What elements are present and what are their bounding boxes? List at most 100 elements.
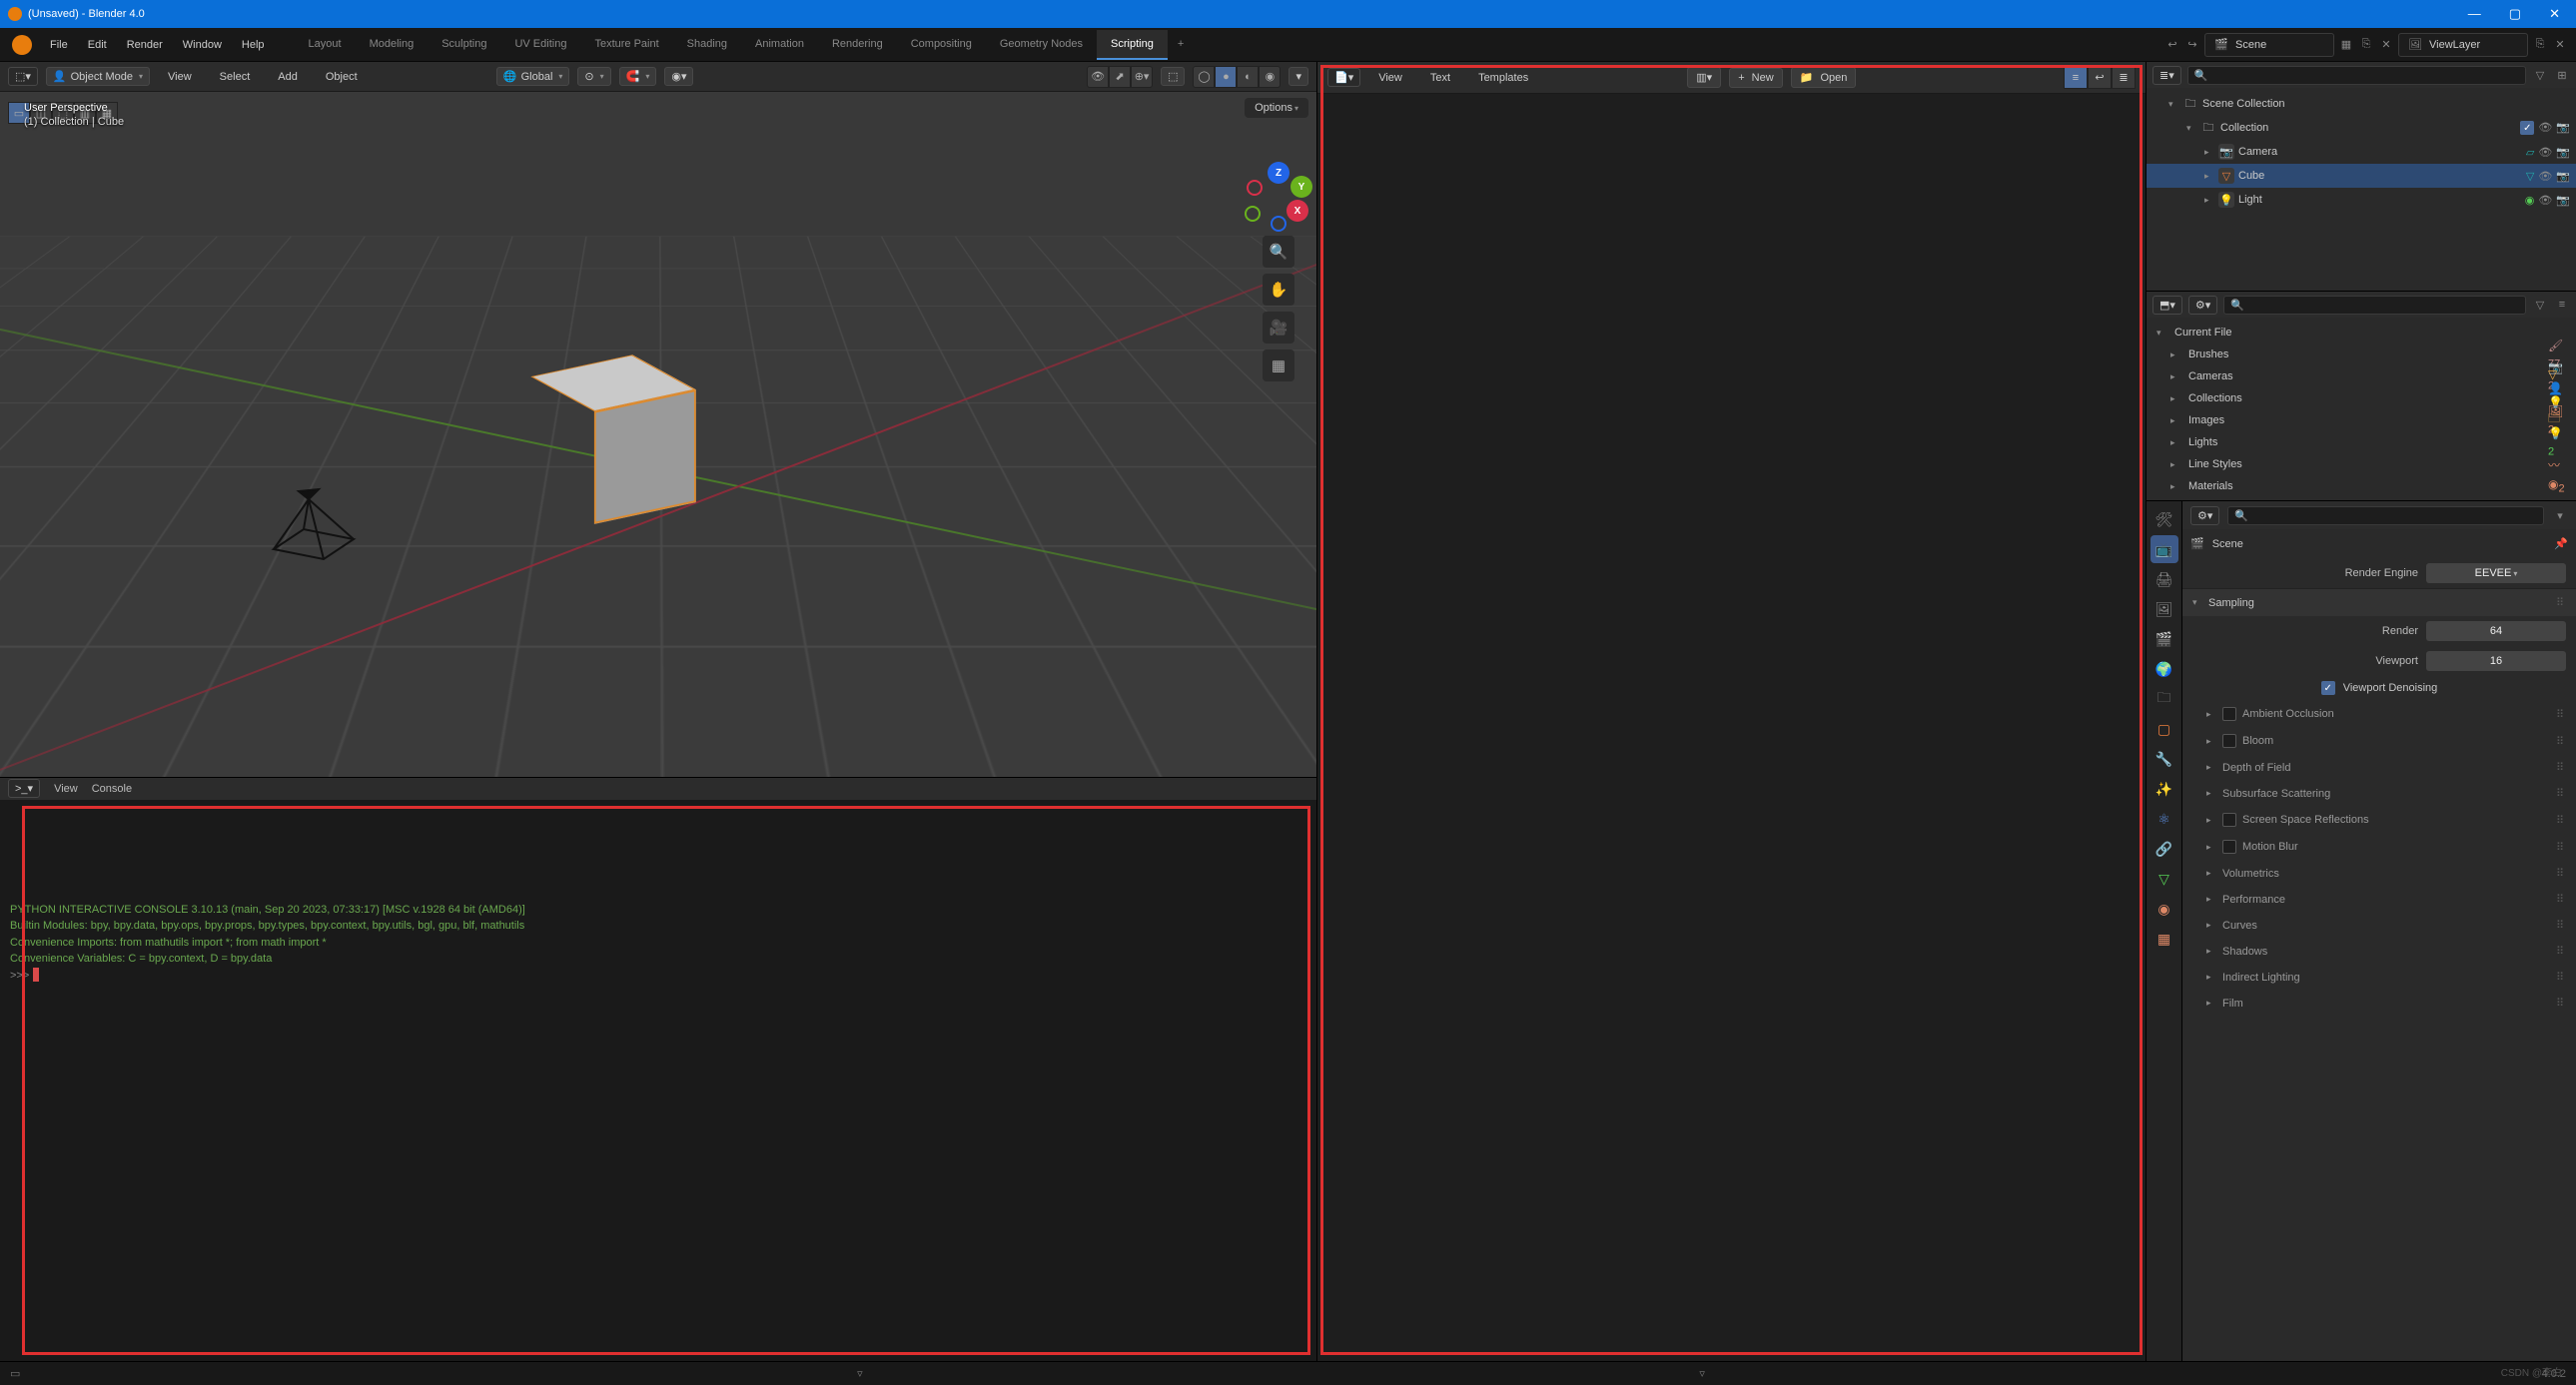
snap-selector[interactable]: 🧲 (619, 67, 657, 86)
proportional-edit-button[interactable]: ◉▾ (664, 67, 693, 86)
maximize-button[interactable]: ▢ (2509, 6, 2521, 22)
render-icon[interactable]: 📷 (2556, 170, 2570, 183)
text-editor-body[interactable] (1317, 94, 2146, 1361)
text-editor-type-selector[interactable]: 📄▾ (1327, 68, 1360, 87)
ptab-data[interactable]: ▽ (2150, 865, 2178, 893)
outliner-new-collection-icon[interactable]: ⊞ (2554, 67, 2570, 83)
ptab-scene[interactable]: 🎬 (2150, 625, 2178, 653)
console-menu-console[interactable]: Console (92, 783, 132, 795)
render-icon[interactable]: 📷 (2556, 194, 2570, 207)
collection-enable-check[interactable] (2520, 121, 2534, 135)
viewport-menu-select[interactable]: Select (210, 71, 261, 83)
tab-animation[interactable]: Animation (741, 30, 818, 60)
ao-check[interactable] (2222, 707, 2236, 721)
orientation-selector[interactable]: 🌐 Global (496, 67, 570, 86)
data-row-materials[interactable]: ▸Materials◉2 (2147, 475, 2576, 497)
panel-volumetrics[interactable]: ▸Volumetrics⠿ (2182, 860, 2576, 886)
panel-ssr[interactable]: ▸Screen Space Reflections⠿ (2182, 806, 2576, 833)
viewport-samples-field[interactable]: 16 (2426, 651, 2566, 671)
data-type-selector[interactable]: ⬒▾ (2152, 296, 2182, 315)
eye-icon[interactable]: 👁 (2538, 146, 2552, 159)
zoom-icon[interactable]: 🔍 (1263, 236, 1294, 268)
data-row-lights[interactable]: ▸Lights💡2 (2147, 431, 2576, 453)
viewlayer-name-input[interactable] (2429, 39, 2519, 51)
shading-options-icon[interactable]: ▾ (1288, 67, 1308, 86)
scene-selector[interactable]: 🎬 (2204, 33, 2334, 57)
pin-icon[interactable]: 📌 (2554, 537, 2568, 550)
ptab-physics[interactable]: ⚛ (2150, 805, 2178, 833)
new-text-button[interactable]: + New (1729, 68, 1783, 88)
panel-sampling[interactable]: ▾Sampling⠿ (2182, 588, 2576, 616)
scene-collection-row[interactable]: ▾🗀 Scene Collection (2147, 92, 2576, 116)
forward-icon[interactable]: ↪ (2184, 37, 2200, 53)
xray-button[interactable]: ⬚ (1161, 67, 1185, 86)
data-filter-icon[interactable]: ▽ (2532, 297, 2548, 313)
scene-browse-icon[interactable]: ▦ (2338, 37, 2354, 53)
text-datablock-icon[interactable]: ▥▾ (1687, 67, 1721, 88)
outliner-filter-icon[interactable]: ▽ (2532, 67, 2548, 83)
3d-viewport[interactable]: ⬚▾ 👤 Object Mode View Select Add Object … (0, 62, 1316, 777)
neg-y-icon[interactable] (1245, 206, 1261, 222)
ptab-modifiers[interactable]: 🔧 (2150, 745, 2178, 773)
properties-options-icon[interactable]: ▾ (2552, 507, 2568, 523)
tab-uv-editing[interactable]: UV Editing (500, 30, 580, 60)
syntax-highlight-icon[interactable]: ≣ (2112, 67, 2136, 89)
text-menu-text[interactable]: Text (1420, 72, 1460, 84)
bloom-check[interactable] (2222, 734, 2236, 748)
x-axis-icon[interactable]: X (1287, 200, 1308, 222)
y-axis-icon[interactable]: Y (1290, 176, 1312, 198)
close-button[interactable]: ✕ (2549, 6, 2560, 22)
render-icon[interactable]: 📷 (2556, 121, 2570, 135)
camera-view-icon[interactable]: 🎥 (1263, 312, 1294, 344)
navigation-gizmo[interactable]: Z Y X (1245, 162, 1312, 230)
line-numbers-icon[interactable]: ≡ (2064, 67, 2088, 89)
scene-name-input[interactable] (2235, 39, 2325, 51)
overlay-toggle-icon[interactable]: ⊕▾ (1131, 66, 1153, 88)
tab-shading[interactable]: Shading (673, 30, 741, 60)
tab-texture-paint[interactable]: Texture Paint (580, 30, 672, 60)
perspective-toggle-icon[interactable]: ▦ (1263, 349, 1294, 381)
panel-indirect-lighting[interactable]: ▸Indirect Lighting⠿ (2182, 964, 2576, 990)
ptab-world[interactable]: 🌍 (2150, 655, 2178, 683)
collection-row[interactable]: ▾🗀 Collection 👁📷 (2147, 116, 2576, 140)
data-row-cameras[interactable]: ▸Cameras📷2 (2147, 365, 2576, 387)
blender-icon[interactable] (12, 35, 32, 55)
ssr-check[interactable] (2222, 813, 2236, 827)
outliner-search-input[interactable] (2211, 69, 2519, 81)
neg-z-icon[interactable] (1271, 216, 1287, 232)
menu-window[interactable]: Window (173, 39, 232, 51)
visibility-icon[interactable]: 👁 (1087, 66, 1109, 88)
panel-depth-of-field[interactable]: ▸Depth of Field⠿ (2182, 754, 2576, 780)
ptab-object[interactable]: ▢ (2150, 715, 2178, 743)
data-options-icon[interactable]: ≡ (2554, 297, 2570, 313)
scene-remove-icon[interactable]: ✕ (2378, 37, 2394, 53)
solid-icon[interactable]: ● (1215, 66, 1237, 88)
word-wrap-icon[interactable]: ↩ (2088, 67, 2112, 89)
mb-check[interactable] (2222, 840, 2236, 854)
add-workspace-button[interactable]: + (1168, 30, 1194, 60)
scene-add-icon[interactable]: ⎘ (2358, 37, 2374, 53)
panel-film[interactable]: ▸Film⠿ (2182, 990, 2576, 1016)
eye-icon[interactable]: 👁 (2538, 170, 2552, 183)
viewport-denoising-check[interactable] (2321, 681, 2335, 695)
back-icon[interactable]: ↩ (2164, 37, 2180, 53)
ptab-render[interactable]: 📺 (2150, 535, 2178, 563)
outliner-search[interactable]: 🔍 (2187, 66, 2526, 85)
data-row-brushes[interactable]: ▸Brushes🖌77 (2147, 344, 2576, 365)
minimize-button[interactable]: ― (2468, 6, 2481, 22)
render-icon[interactable]: 📷 (2556, 146, 2570, 159)
panel-bloom[interactable]: ▸Bloom⠿ (2182, 727, 2576, 754)
cube-object[interactable] (562, 372, 664, 507)
open-text-button[interactable]: 📁 Open (1791, 67, 1857, 88)
viewlayer-selector[interactable]: 🖼 (2398, 33, 2528, 57)
panel-curves[interactable]: ▸Curves⠿ (2182, 912, 2576, 938)
menu-file[interactable]: File (40, 39, 78, 51)
console-editor-type-selector[interactable]: >_▾ (8, 779, 40, 798)
render-samples-field[interactable]: 64 (2426, 621, 2566, 641)
ptab-collection[interactable]: 🗀 (2150, 685, 2178, 713)
panel-motion-blur[interactable]: ▸Motion Blur⠿ (2182, 833, 2576, 860)
tab-modeling[interactable]: Modeling (356, 30, 429, 60)
viewlayer-add-icon[interactable]: ⎘ (2532, 37, 2548, 53)
tab-scripting[interactable]: Scripting (1097, 30, 1168, 60)
tab-compositing[interactable]: Compositing (897, 30, 986, 60)
